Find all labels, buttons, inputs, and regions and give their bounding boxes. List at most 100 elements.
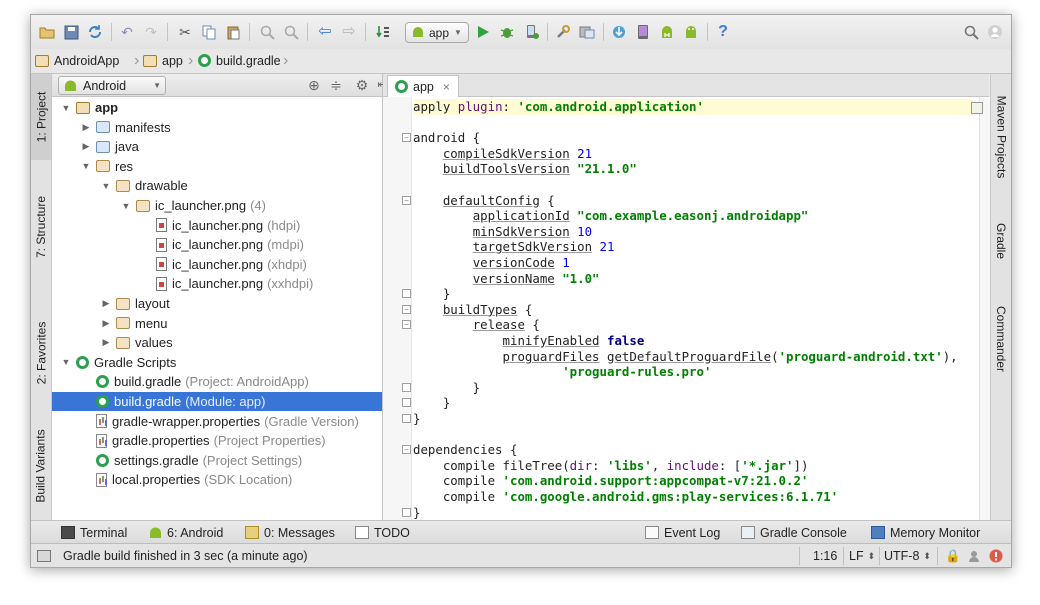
avd-manager-icon[interactable] bbox=[657, 22, 677, 42]
tab-app[interactable]: app × bbox=[387, 75, 459, 97]
tree-row[interactable]: ic_launcher.png (hdpi) bbox=[52, 216, 382, 235]
search-icon[interactable] bbox=[961, 22, 981, 42]
gradle-console-button[interactable]: Gradle Console bbox=[741, 524, 847, 541]
toggle-tool-windows-icon[interactable] bbox=[37, 548, 51, 564]
tree-row[interactable]: ▼ res bbox=[52, 157, 382, 176]
expanded-arrow-icon[interactable]: ▼ bbox=[80, 161, 92, 171]
save-icon[interactable] bbox=[61, 22, 81, 42]
fold-marker-icon[interactable] bbox=[402, 398, 411, 408]
terminal-button[interactable]: Terminal bbox=[61, 524, 127, 541]
open-icon[interactable] bbox=[37, 22, 57, 42]
tree-row[interactable]: ▶ manifests bbox=[52, 118, 382, 137]
project-view-selector[interactable]: Android ▼ bbox=[58, 76, 166, 95]
tree-row[interactable]: ic_launcher.png (xhdpi) bbox=[52, 255, 382, 274]
run-configuration-selector[interactable]: app ▼ bbox=[405, 22, 469, 43]
tab-maven-projects[interactable]: Maven Projects bbox=[991, 82, 1011, 192]
tree-row[interactable]: local.properties (SDK Location) bbox=[52, 470, 382, 489]
collapsed-arrow-icon[interactable]: ▶ bbox=[80, 122, 92, 133]
replace-icon[interactable] bbox=[281, 22, 301, 42]
tab-favorites[interactable]: 2: Favorites bbox=[31, 310, 51, 396]
tree-row[interactable]: ▼ ic_launcher.png (4) bbox=[52, 196, 382, 215]
back-icon[interactable]: ⇦ bbox=[315, 22, 335, 42]
tree-row[interactable]: ▶ java bbox=[52, 137, 382, 156]
sdk-manager-icon[interactable] bbox=[577, 22, 597, 42]
fold-marker-icon[interactable]: − bbox=[402, 445, 411, 455]
fold-marker-icon[interactable]: − bbox=[402, 195, 411, 205]
todo-button[interactable]: TODO bbox=[355, 524, 410, 541]
forward-icon[interactable]: ⇨ bbox=[339, 22, 359, 42]
debug-icon[interactable] bbox=[497, 22, 517, 42]
tree-row[interactable]: ic_launcher.png (mdpi) bbox=[52, 235, 382, 254]
tab-commander[interactable]: Commander bbox=[991, 294, 1011, 384]
tab-project[interactable]: 1: Project bbox=[31, 74, 51, 160]
android-button[interactable]: 6: Android bbox=[149, 524, 223, 541]
android-device-monitor-icon[interactable] bbox=[633, 22, 653, 42]
cut-icon[interactable]: ✂ bbox=[175, 22, 195, 42]
fold-marker-icon[interactable] bbox=[402, 289, 411, 299]
tree-row[interactable]: ▶ menu bbox=[52, 314, 382, 333]
copy-icon[interactable] bbox=[199, 22, 219, 42]
fold-marker-icon[interactable] bbox=[402, 507, 411, 517]
tab-label: 1: Project bbox=[34, 91, 49, 143]
tab-gradle[interactable]: Gradle bbox=[991, 208, 1011, 274]
tree-row[interactable]: ▼ Gradle Scripts bbox=[52, 353, 382, 372]
tab-structure[interactable]: 7: Structure bbox=[31, 184, 51, 270]
inspector-icon[interactable] bbox=[967, 548, 981, 564]
project-structure-icon[interactable] bbox=[553, 22, 573, 42]
expanded-arrow-icon[interactable]: ▼ bbox=[60, 103, 72, 113]
android-sdk-icon[interactable] bbox=[681, 22, 701, 42]
tree-row[interactable]: build.gradle (Module: app) bbox=[52, 392, 382, 411]
tree-row[interactable]: gradle.properties (Project Properties) bbox=[52, 431, 382, 450]
tree-row[interactable]: ic_launcher.png (xxhdpi) bbox=[52, 274, 382, 293]
tree-row[interactable]: gradle-wrapper.properties (Gradle Version… bbox=[52, 412, 382, 431]
encoding-selector[interactable]: UTF-8 ⬍ bbox=[884, 548, 931, 564]
tree-row[interactable]: ▼ app bbox=[52, 98, 382, 117]
paste-icon[interactable] bbox=[223, 22, 243, 42]
gear-icon[interactable]: ⚙ bbox=[352, 75, 372, 95]
user-icon[interactable] bbox=[985, 22, 1005, 42]
messages-button[interactable]: 0: Messages bbox=[245, 524, 335, 541]
expanded-arrow-icon[interactable]: ▼ bbox=[100, 181, 112, 191]
collapsed-arrow-icon[interactable]: ▶ bbox=[100, 318, 112, 329]
tree-row[interactable]: build.gradle (Project: AndroidApp) bbox=[52, 372, 382, 391]
tree-row[interactable]: ▶ layout bbox=[52, 294, 382, 313]
memory-monitor-button[interactable]: Memory Monitor bbox=[871, 524, 980, 541]
collapsed-arrow-icon[interactable]: ▶ bbox=[80, 141, 92, 152]
expanded-arrow-icon[interactable]: ▼ bbox=[120, 201, 132, 211]
caret-position[interactable]: 1:16 bbox=[813, 548, 837, 564]
fold-marker-icon[interactable] bbox=[402, 414, 411, 423]
breadcrumb-item-module[interactable]: app bbox=[143, 51, 183, 70]
todo-icon bbox=[355, 526, 369, 539]
undo-icon[interactable]: ↶ bbox=[117, 22, 137, 42]
tab-build-variants[interactable]: Build Variants bbox=[31, 418, 51, 514]
fold-marker-icon[interactable] bbox=[402, 382, 411, 392]
locate-icon[interactable]: ⊕ bbox=[304, 75, 324, 95]
breadcrumb-item-project[interactable]: AndroidApp bbox=[35, 51, 119, 70]
tree-row[interactable]: ▶ values bbox=[52, 333, 382, 352]
lock-icon[interactable]: 🔒 bbox=[945, 548, 961, 564]
help-icon[interactable]: ? bbox=[713, 22, 733, 42]
fold-marker-icon[interactable]: − bbox=[402, 304, 411, 314]
sync-icon[interactable] bbox=[85, 22, 105, 42]
editor-scrollbar[interactable] bbox=[979, 97, 990, 520]
expanded-arrow-icon[interactable]: ▼ bbox=[60, 357, 72, 367]
collapse-all-icon[interactable]: ≑ bbox=[326, 75, 346, 95]
make-icon[interactable] bbox=[373, 22, 393, 42]
event-log-button[interactable]: Event Log bbox=[645, 524, 720, 541]
close-icon[interactable]: × bbox=[443, 80, 450, 94]
status-message[interactable]: Gradle build finished in 3 sec (a minute… bbox=[63, 548, 308, 564]
run-icon[interactable] bbox=[473, 22, 493, 42]
collapsed-arrow-icon[interactable]: ▶ bbox=[100, 337, 112, 348]
collapsed-arrow-icon[interactable]: ▶ bbox=[100, 298, 112, 309]
fold-marker-icon[interactable]: − bbox=[402, 133, 411, 143]
tree-row[interactable]: ▼ drawable bbox=[52, 176, 382, 195]
redo-icon[interactable]: ↷ bbox=[141, 22, 161, 42]
find-icon[interactable] bbox=[257, 22, 277, 42]
line-separator-selector[interactable]: LF ⬍ bbox=[849, 548, 875, 564]
tree-row[interactable]: settings.gradle (Project Settings) bbox=[52, 451, 382, 470]
attach-debugger-icon[interactable] bbox=[521, 22, 541, 42]
sync-gradle-icon[interactable] bbox=[609, 22, 629, 42]
fold-marker-icon[interactable]: − bbox=[402, 320, 411, 330]
error-icon[interactable] bbox=[989, 548, 1003, 564]
breadcrumb-item-file[interactable]: build.gradle bbox=[198, 51, 281, 70]
